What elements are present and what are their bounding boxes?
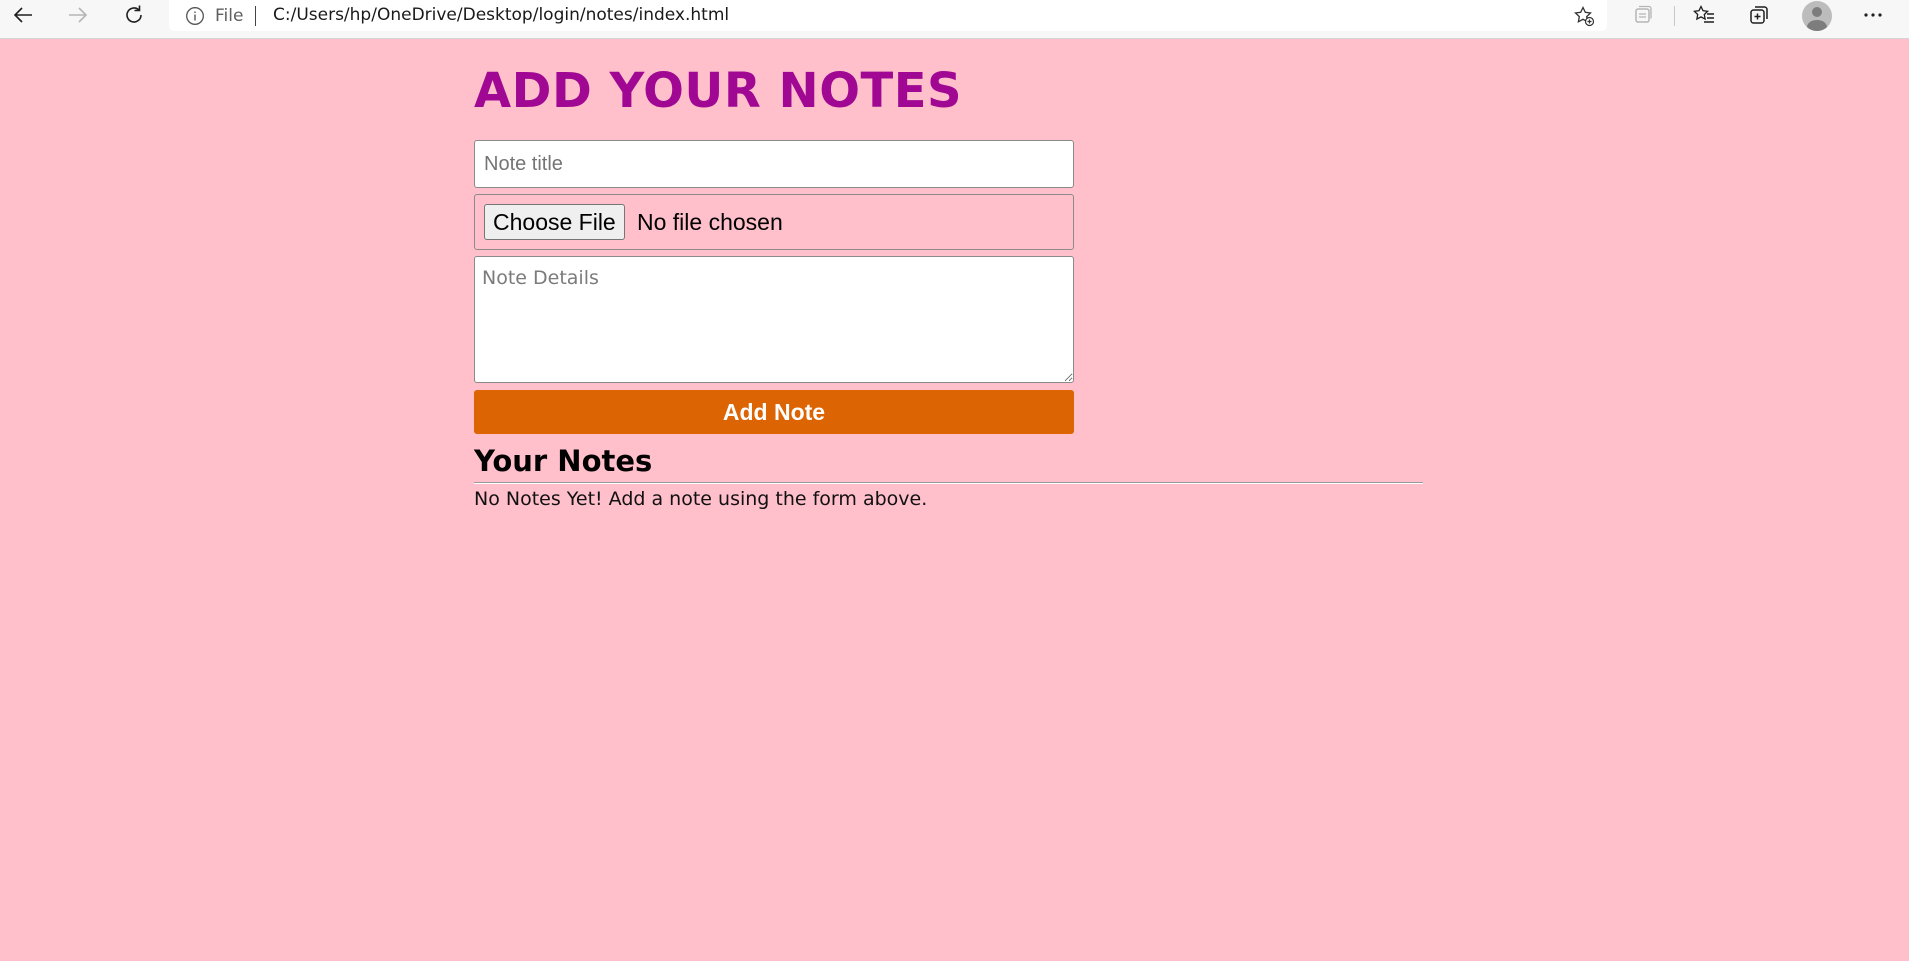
note-title-input[interactable] <box>474 140 1074 188</box>
more-icon[interactable] <box>1853 0 1893 30</box>
file-input[interactable]: Choose File No file chosen <box>474 194 1074 250</box>
toolbar-divider <box>1674 6 1675 26</box>
info-icon[interactable] <box>185 6 205 26</box>
notes-divider <box>474 482 1423 484</box>
address-separator <box>255 6 256 26</box>
empty-notes-message: No Notes Yet! Add a note using the form … <box>474 488 928 510</box>
collections-icon[interactable] <box>1739 0 1779 30</box>
address-bar[interactable]: File C:/Users/hp/OneDrive/Desktop/login/… <box>169 0 1607 31</box>
back-icon[interactable] <box>3 0 43 30</box>
page-title: ADD YOUR NOTES <box>474 63 963 119</box>
profile-icon[interactable] <box>1802 1 1832 31</box>
forward-icon[interactable] <box>58 0 98 30</box>
browser-toolbar: File C:/Users/hp/OneDrive/Desktop/login/… <box>0 0 1909 39</box>
add-favorite-icon[interactable] <box>1573 5 1595 27</box>
refresh-icon[interactable] <box>114 0 154 30</box>
address-url[interactable]: C:/Users/hp/OneDrive/Desktop/login/notes… <box>273 5 729 25</box>
choose-file-button[interactable]: Choose File <box>484 204 625 240</box>
favorites-icon[interactable] <box>1684 0 1724 30</box>
note-details-textarea[interactable] <box>474 256 1074 383</box>
file-status-text: No file chosen <box>637 209 783 235</box>
add-note-button[interactable]: Add Note <box>474 390 1074 434</box>
notes-heading: Your Notes <box>474 444 653 478</box>
collections-read-icon[interactable] <box>1623 0 1663 30</box>
address-scheme: File <box>215 6 244 26</box>
